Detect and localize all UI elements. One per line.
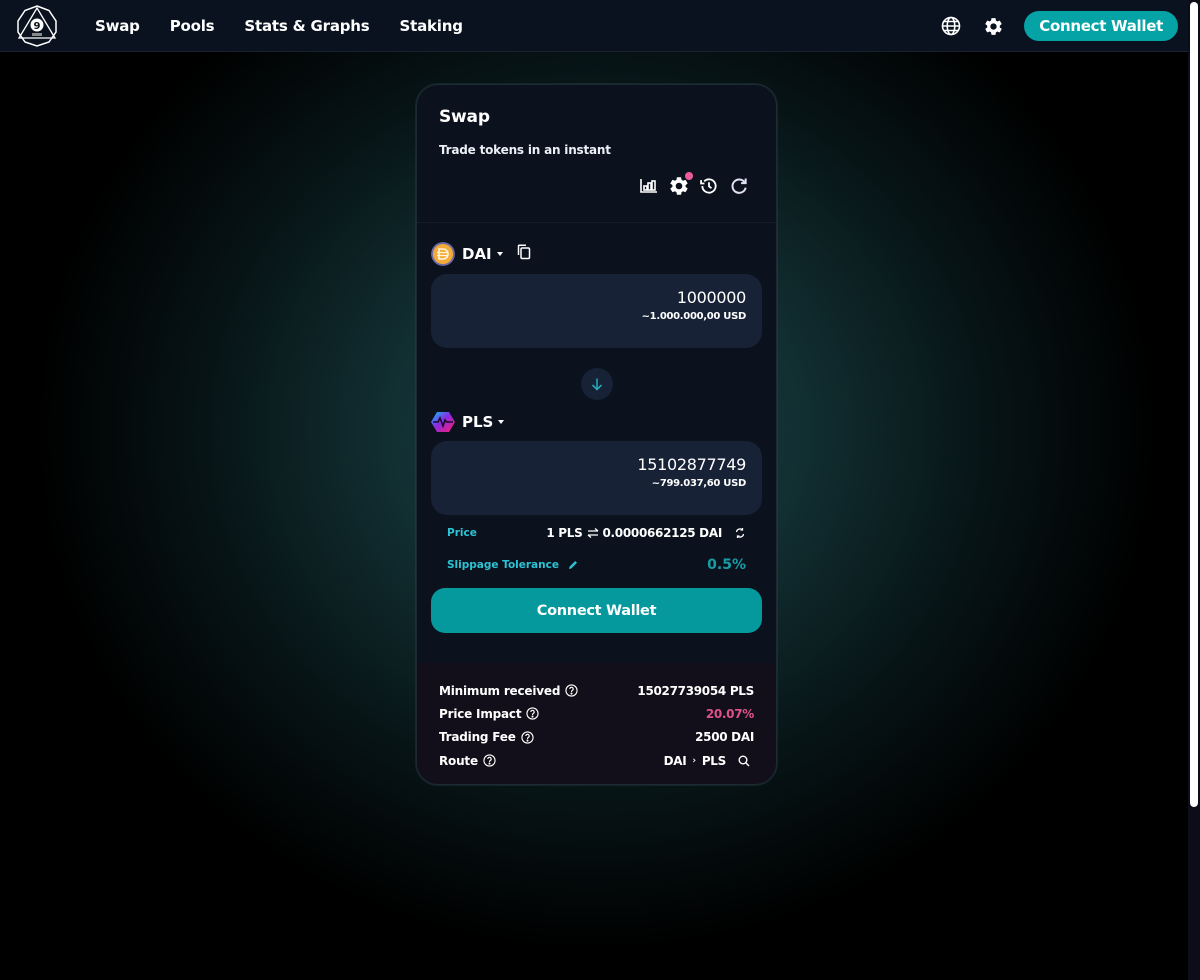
arrow-down-icon xyxy=(591,378,603,391)
minimum-received-value: 15027739054 PLS xyxy=(637,683,754,698)
slippage-label-text: Slippage Tolerance xyxy=(447,559,559,571)
price-row: Price 1 PLS 0.0000662125 DAI xyxy=(447,524,746,542)
minimum-received-label: Minimum received xyxy=(439,683,561,698)
to-token-symbol[interactable]: PLS xyxy=(462,413,493,431)
slippage-label: Slippage Tolerance xyxy=(447,559,578,571)
price-impact-label: Price Impact xyxy=(439,706,522,721)
from-token-selector[interactable]: DAI xyxy=(431,242,531,266)
chart-icon[interactable] xyxy=(638,175,660,197)
to-amount-usd: ~799.037,60 USD xyxy=(651,478,747,489)
globe-icon[interactable] xyxy=(940,15,962,37)
search-icon[interactable] xyxy=(738,755,750,767)
route-to: PLS xyxy=(701,753,726,768)
slippage-value[interactable]: 0.5% xyxy=(707,557,746,573)
to-amount-box: ~799.037,60 USD xyxy=(431,441,762,515)
from-token-symbol[interactable]: DAI xyxy=(462,245,492,263)
swap-card: Swap Trade tokens in an instant DAI 1000… xyxy=(416,84,777,785)
nav-staking[interactable]: Staking xyxy=(400,17,463,35)
price-impact-value: 20.07% xyxy=(705,706,754,721)
minimum-received-row: Minimum received 15027739054 PLS xyxy=(439,679,754,702)
settings-icon[interactable] xyxy=(668,172,693,197)
help-circle-icon[interactable] xyxy=(565,684,578,697)
route-row: Route DAI › PLS xyxy=(439,749,754,772)
trading-fee-label: Trading Fee xyxy=(439,730,516,745)
help-circle-icon[interactable] xyxy=(521,731,534,744)
help-circle-icon[interactable] xyxy=(483,754,496,767)
trade-details: Minimum received 15027739054 PLS Price I… xyxy=(417,663,776,784)
to-amount-input[interactable] xyxy=(431,455,746,474)
svg-text:9: 9 xyxy=(34,21,41,32)
switch-tokens-button[interactable] xyxy=(581,368,613,400)
logo[interactable]: 9 xyxy=(15,4,59,48)
nav-pools[interactable]: Pools xyxy=(170,17,215,35)
help-circle-icon[interactable] xyxy=(526,707,540,721)
settings-badge-dot xyxy=(685,172,693,180)
connect-wallet-nav-button[interactable]: Connect Wallet xyxy=(1024,11,1178,41)
chevron-down-icon[interactable] xyxy=(496,252,503,256)
trading-fee-row: Trading Fee 2500 DAI xyxy=(439,726,754,749)
to-token-selector[interactable]: PLS xyxy=(431,410,505,434)
swap-subtitle: Trade tokens in an instant xyxy=(439,143,611,157)
connect-wallet-button[interactable]: Connect Wallet xyxy=(431,588,762,633)
invert-price-icon[interactable] xyxy=(734,527,746,539)
dai-logo-icon xyxy=(431,242,455,266)
route-value: DAI › PLS xyxy=(664,754,754,768)
price-base: 1 PLS xyxy=(546,526,583,540)
nav-stats-graphs[interactable]: Stats & Graphs xyxy=(244,17,369,35)
slippage-row: Slippage Tolerance 0.5% xyxy=(447,556,746,574)
price-value: 1 PLS 0.0000662125 DAI xyxy=(546,526,746,540)
swap-horizontal-icon xyxy=(587,528,598,538)
pls-logo-icon xyxy=(431,412,455,432)
page-scrollbar[interactable] xyxy=(1188,0,1200,980)
from-amount-box: ~1.000.000,00 USD xyxy=(431,274,762,348)
price-impact-row: Price Impact 20.07% xyxy=(439,702,754,725)
chevron-down-icon[interactable] xyxy=(498,420,505,424)
logo-icon: 9 xyxy=(17,5,57,47)
scrollbar-thumb[interactable] xyxy=(1190,2,1198,807)
gear-icon[interactable] xyxy=(982,15,1004,37)
history-icon[interactable] xyxy=(698,175,720,197)
top-nav: 9 Swap Pools Stats & Graphs Staking Conn… xyxy=(0,0,1188,52)
route-label: Route xyxy=(439,753,478,768)
trading-fee-value: 2500 DAI xyxy=(695,730,754,745)
edit-pencil-icon[interactable] xyxy=(568,560,578,570)
swap-title: Swap xyxy=(439,107,490,127)
route-from: DAI xyxy=(663,753,687,768)
nav-swap[interactable]: Swap xyxy=(95,17,140,35)
from-amount-input[interactable] xyxy=(431,288,746,307)
from-amount-usd: ~1.000.000,00 USD xyxy=(641,311,747,322)
copy-icon[interactable] xyxy=(517,244,531,264)
price-quote: 0.0000662125 DAI xyxy=(602,526,723,540)
swap-card-header: Swap Trade tokens in an instant xyxy=(417,85,776,223)
route-separator: › xyxy=(692,755,696,766)
price-label: Price xyxy=(447,527,477,539)
refresh-icon[interactable] xyxy=(728,175,750,197)
